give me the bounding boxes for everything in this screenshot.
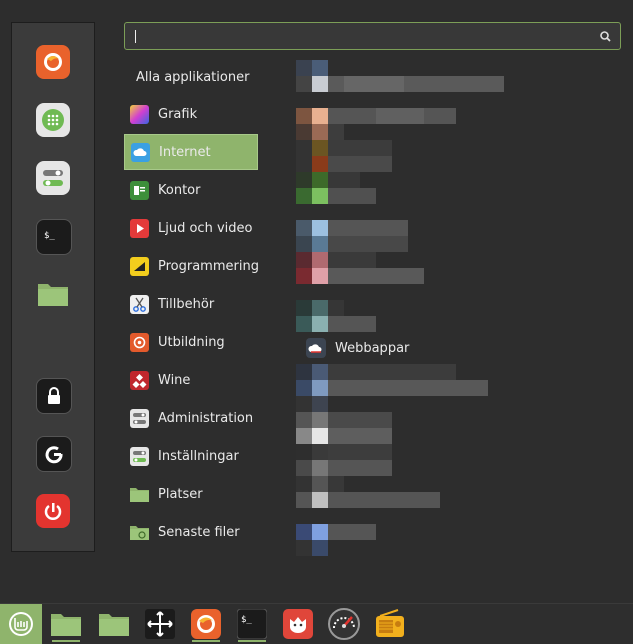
svg-text:$_: $_	[241, 615, 252, 625]
category-label: Kontor	[158, 182, 201, 198]
folder-icon	[38, 284, 68, 306]
lock-screen-button[interactable]	[36, 378, 72, 414]
category-recent-files[interactable]: Senaste filer	[124, 514, 258, 550]
mint-menu-icon	[9, 612, 33, 636]
firefox-icon	[191, 609, 221, 639]
folder-icon	[130, 485, 149, 504]
category-wine[interactable]: Wine	[124, 362, 258, 398]
category-accessories[interactable]: Tillbehör	[124, 286, 258, 322]
favorites-sidebar: $_	[11, 22, 95, 552]
category-label: Platser	[158, 486, 203, 502]
shutdown-icon	[44, 503, 62, 520]
favorite-terminal[interactable]: $_	[36, 219, 72, 255]
category-label: Grafik	[158, 106, 198, 122]
category-places[interactable]: Platser	[124, 476, 258, 512]
taskbar-system-monitor[interactable]	[326, 606, 362, 642]
toggle-icon	[130, 408, 149, 428]
play-icon	[130, 218, 149, 238]
software-manager-icon	[42, 109, 64, 131]
category-sound-video[interactable]: Ljud och video	[124, 210, 258, 246]
category-label: Internet	[159, 144, 211, 160]
radio-icon	[376, 609, 404, 637]
category-internet[interactable]: Internet	[124, 134, 258, 170]
wine-icon	[130, 370, 149, 390]
taskbar-firefox[interactable]	[188, 606, 224, 642]
obscured-app-list	[296, 60, 506, 560]
category-label: Tillbehör	[158, 296, 215, 312]
category-label: Programmering	[158, 258, 259, 274]
shutdown-button[interactable]	[36, 494, 70, 528]
logout-icon	[45, 446, 63, 464]
cloud-icon	[131, 142, 150, 162]
category-label: Inställningar	[158, 448, 239, 464]
terminal-icon: $_	[44, 231, 55, 241]
webapps-icon	[306, 338, 326, 358]
application-menu: $_ Alla applikationer Grafik Internet Ko…	[0, 0, 633, 604]
category-education[interactable]: Utbildning	[124, 324, 258, 360]
scissors-icon	[130, 294, 149, 314]
graphics-icon	[130, 104, 149, 124]
office-icon	[130, 180, 149, 200]
taskbar-move-tool[interactable]	[142, 606, 178, 642]
favorite-software-manager[interactable]	[36, 103, 70, 137]
category-label: Ljud och video	[158, 220, 253, 236]
settings-icon	[43, 170, 63, 186]
lock-icon	[48, 387, 60, 404]
app-label: Webbappar	[335, 340, 410, 356]
favorite-files[interactable]	[36, 277, 70, 311]
pixelated-area	[296, 60, 504, 556]
running-indicator	[192, 640, 220, 642]
taskbar-terminal[interactable]: $_	[234, 606, 270, 642]
terminal-icon: $_	[237, 609, 267, 639]
search-input[interactable]	[124, 22, 621, 50]
taskbar-folder-2[interactable]	[96, 606, 132, 642]
search-icon	[600, 31, 611, 42]
running-indicator	[238, 640, 266, 642]
svg-text:$_: $_	[44, 231, 55, 241]
firefox-icon	[44, 53, 62, 71]
favorite-firefox[interactable]	[36, 45, 70, 79]
category-graphics[interactable]: Grafik	[124, 96, 258, 132]
category-office[interactable]: Kontor	[124, 172, 258, 208]
favorite-settings[interactable]	[36, 161, 70, 195]
programming-icon	[130, 256, 149, 276]
taskbar: $_	[0, 604, 633, 644]
education-icon	[130, 332, 149, 352]
folder-icon	[99, 614, 129, 636]
taskbar-folder-1[interactable]	[48, 606, 84, 642]
running-indicator	[52, 640, 80, 642]
app-webapps[interactable]: Webbappar	[306, 336, 409, 360]
toggle-icon	[130, 446, 149, 466]
logout-button[interactable]	[36, 436, 72, 472]
category-label: Senaste filer	[158, 524, 240, 540]
taskbar-radio[interactable]	[372, 606, 408, 642]
category-label: Administration	[158, 410, 254, 426]
gimp-icon	[283, 609, 313, 639]
category-label: Wine	[158, 372, 191, 388]
folder-icon	[51, 614, 81, 636]
taskbar-gimp[interactable]	[280, 606, 316, 642]
mint-menu-button[interactable]	[0, 604, 42, 644]
recent-folder-icon	[130, 523, 149, 542]
category-programming[interactable]: Programmering	[124, 248, 259, 284]
category-label: Utbildning	[158, 334, 225, 350]
text-cursor	[135, 30, 136, 43]
category-administration[interactable]: Administration	[124, 400, 258, 436]
all-applications-item[interactable]: Alla applikationer	[136, 70, 249, 85]
category-preferences[interactable]: Inställningar	[124, 438, 258, 474]
speedometer-icon	[328, 608, 360, 640]
move-icon	[145, 609, 175, 639]
